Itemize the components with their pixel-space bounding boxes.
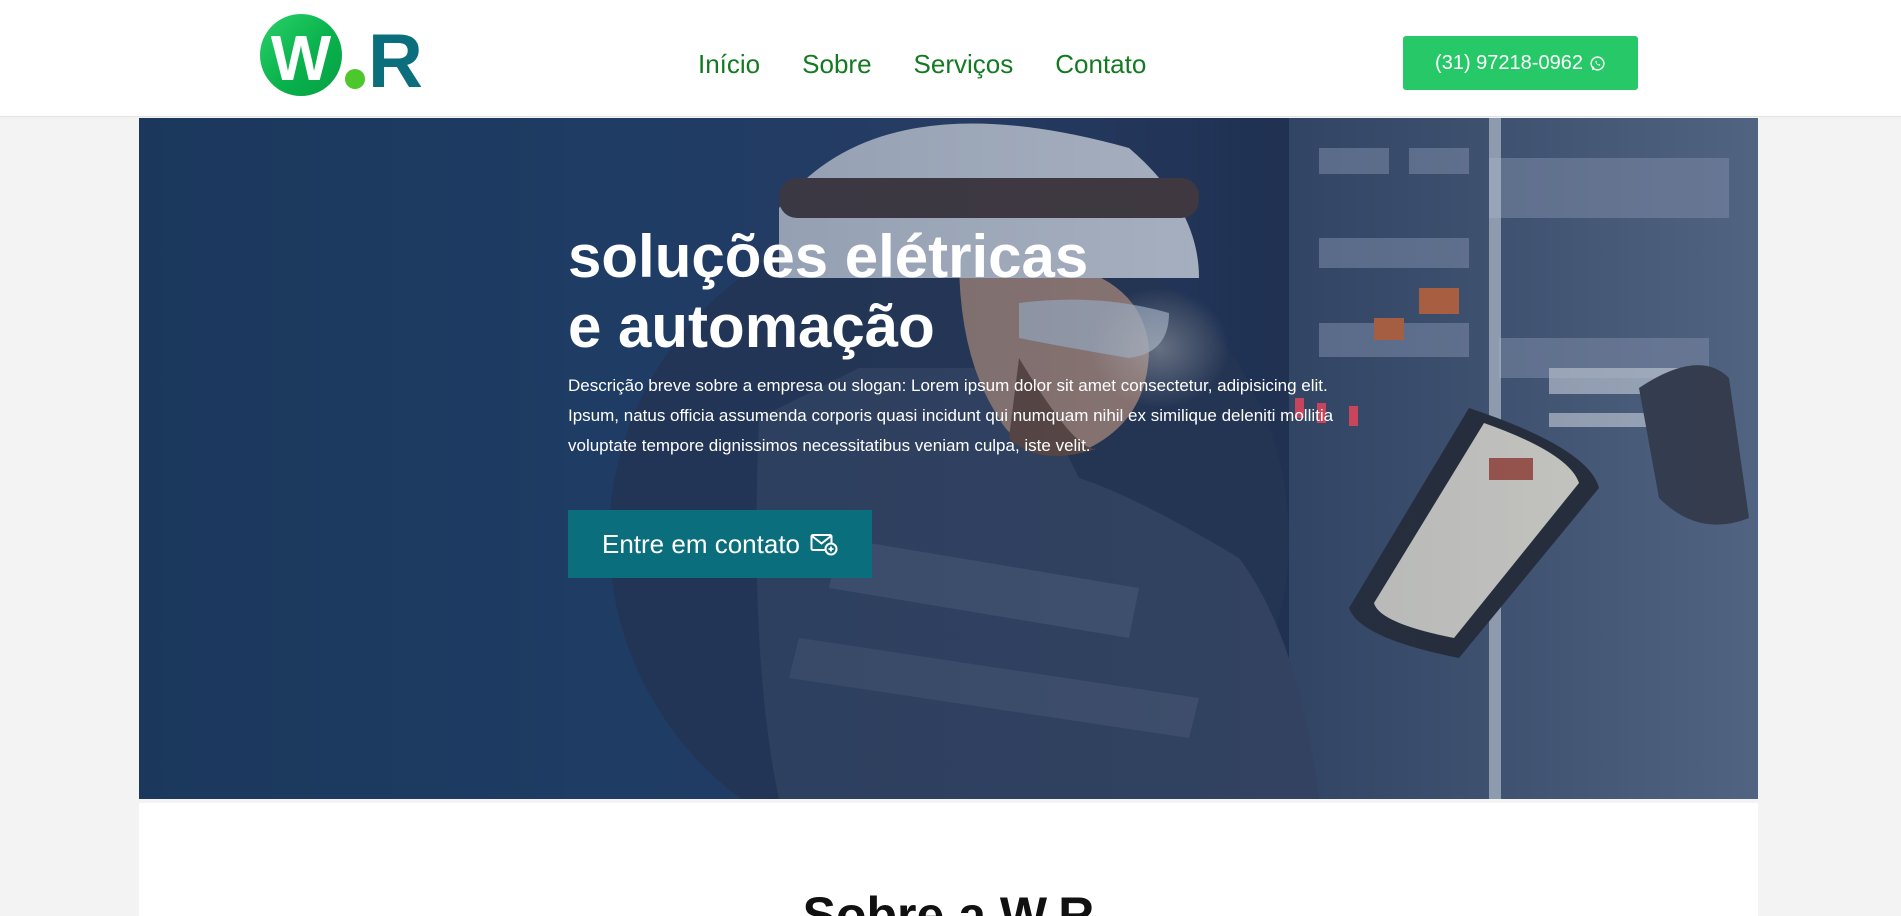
logo[interactable]: W R	[260, 14, 434, 104]
hero-title: soluções elétricas e automação	[568, 222, 1328, 362]
logo-dot	[345, 69, 365, 89]
nav-link-inicio[interactable]: Início	[698, 48, 760, 82]
nav-link-contato[interactable]: Contato	[1055, 48, 1146, 82]
site-header: W R Início Sobre Serviços Contato (31) 9…	[0, 0, 1901, 117]
nav-link-sobre[interactable]: Sobre	[802, 48, 871, 82]
logo-letter-w: W	[270, 22, 332, 94]
nav-link-servicos[interactable]: Serviços	[914, 48, 1014, 82]
phone-button-label: (31) 97218-0962	[1435, 51, 1583, 74]
cta-label: Entre em contato	[602, 528, 800, 559]
contact-cta-button[interactable]: Entre em contato	[568, 510, 872, 578]
about-title: Sobre a W.R	[802, 887, 1095, 916]
hero-title-line-1: soluções elétricas	[568, 223, 1089, 290]
main-nav: Início Sobre Serviços Contato	[698, 48, 1146, 82]
hero-banner: soluções elétricas e automação Descrição…	[139, 118, 1758, 799]
about-section: Sobre a W.R	[139, 803, 1758, 916]
hero-description: Descrição breve sobre a empresa ou sloga…	[568, 376, 1334, 455]
logo-letter-r: R	[368, 19, 423, 104]
mail-icon	[810, 532, 838, 556]
hero-title-line-2: e automação	[568, 293, 935, 360]
whatsapp-icon	[1589, 55, 1606, 72]
phone-whatsapp-button[interactable]: (31) 97218-0962	[1403, 36, 1638, 90]
